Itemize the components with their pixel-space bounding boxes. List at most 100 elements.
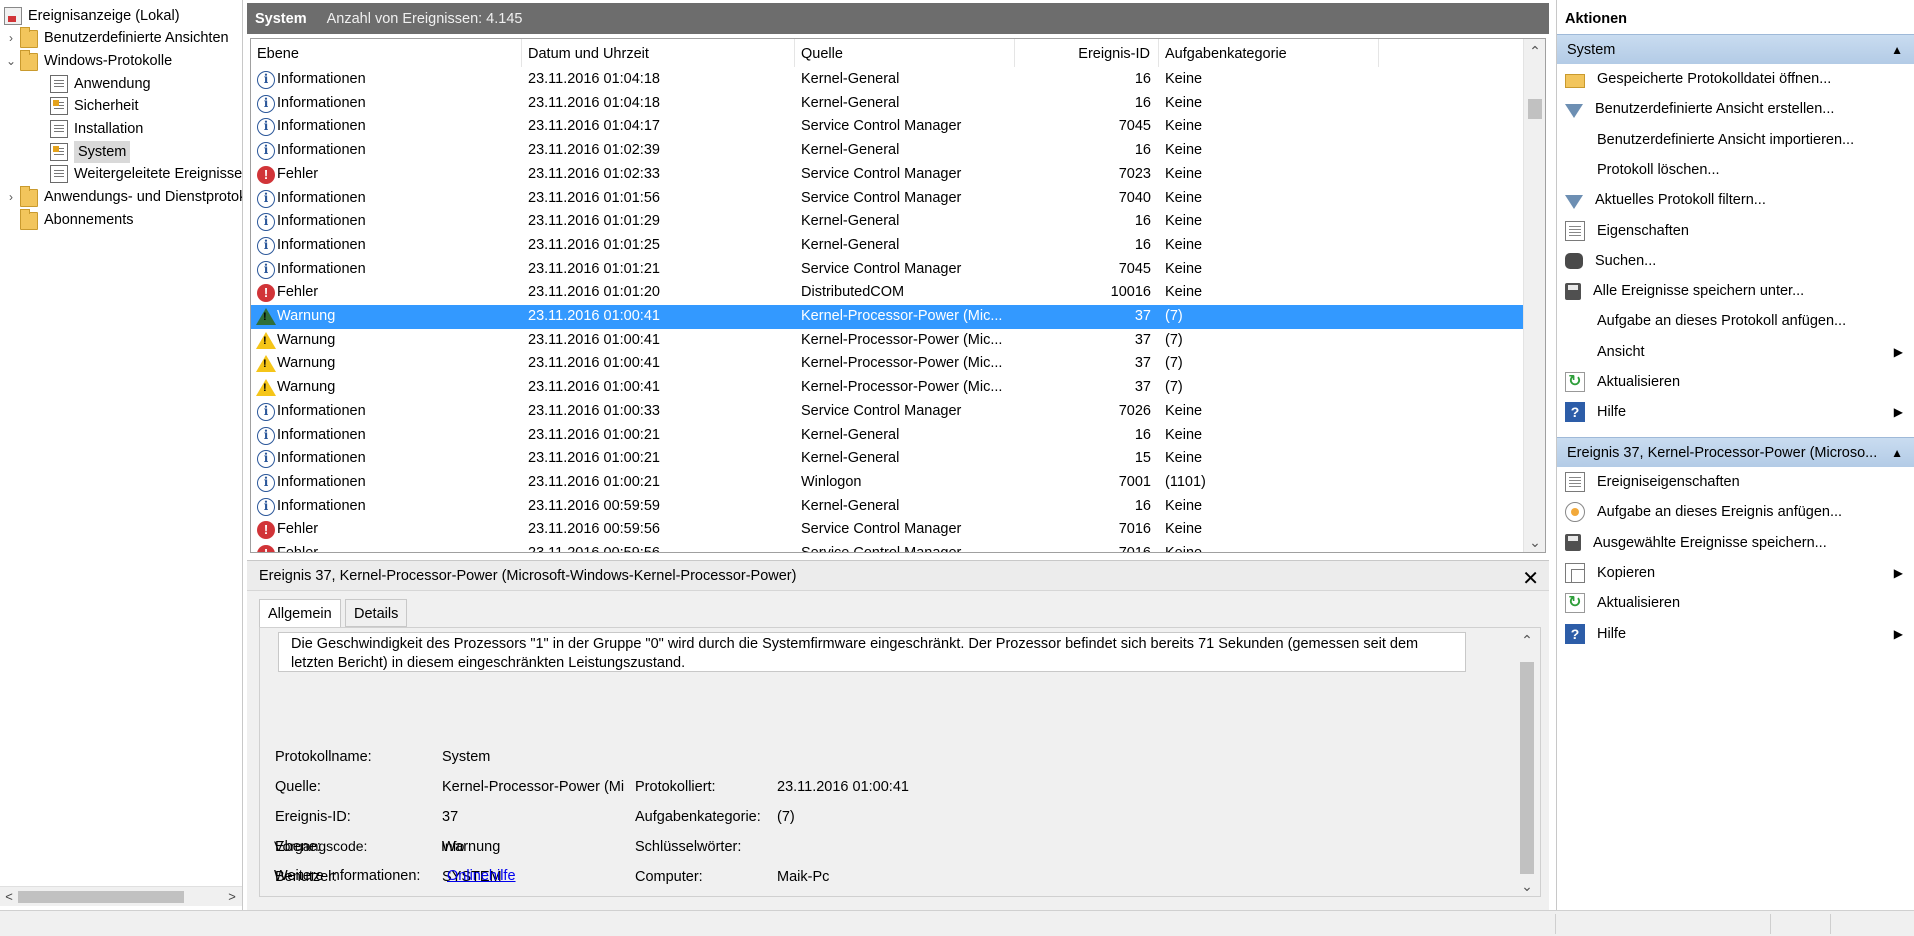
actions-section-system[interactable]: System ▲ bbox=[1557, 34, 1914, 64]
expand-icon[interactable]: › bbox=[4, 27, 18, 49]
table-row[interactable]: i Informationen 23.11.2016 01:01:25 Kernel-… bbox=[251, 234, 1523, 258]
scroll-up-icon[interactable]: ⌃ bbox=[1524, 41, 1545, 61]
label-opcode: Vorgangscode: bbox=[274, 838, 368, 854]
action-hilfe[interactable]: ? Hilfe ▶ bbox=[1557, 619, 1914, 649]
column-header-date[interactable]: Datum und Uhrzeit bbox=[522, 39, 795, 67]
column-header-level[interactable]: Ebene bbox=[251, 39, 522, 67]
action-benutzerdefinierte-ansicht-importieren[interactable]: Benutzerdefinierte Ansicht importieren..… bbox=[1557, 125, 1914, 155]
help-icon: ? bbox=[1565, 623, 1585, 644]
detail-vertical-scrollbar[interactable]: ⌃ ⌄ bbox=[1516, 628, 1538, 896]
table-row[interactable]: i Informationen 23.11.2016 01:04:18 Kernel-… bbox=[251, 92, 1523, 116]
column-header-source[interactable]: Quelle bbox=[795, 39, 1015, 67]
tree-item-application[interactable]: Anwendung bbox=[50, 73, 151, 95]
scrollbar-thumb[interactable] bbox=[1528, 99, 1542, 119]
close-icon[interactable]: ✕ bbox=[1522, 564, 1539, 594]
action-hilfe[interactable]: ? Hilfe ▶ bbox=[1557, 397, 1914, 427]
table-row[interactable]: i Informationen 23.11.2016 01:01:21 Service… bbox=[251, 258, 1523, 282]
tree-item-security[interactable]: Sicherheit bbox=[50, 95, 138, 117]
collapse-icon[interactable]: ⌄ bbox=[4, 50, 18, 72]
folder-icon bbox=[20, 209, 38, 230]
cell-cat: Keine bbox=[1165, 236, 1203, 253]
action-aufgabe-an-dieses-protokoll-anfügen[interactable]: Aufgabe an dieses Protokoll anfügen... bbox=[1557, 306, 1914, 336]
table-row[interactable]: i Informationen 23.11.2016 01:00:21 Kernel-… bbox=[251, 424, 1523, 448]
action-ausgewählte-ereignisse-speichern[interactable]: Ausgewählte Ereignisse speichern... bbox=[1557, 528, 1914, 558]
cell-id: 10016 bbox=[1110, 284, 1151, 301]
action-aktuelles-protokoll-filtern[interactable]: Aktuelles Protokoll filtern... bbox=[1557, 185, 1914, 215]
column-header-task-category[interactable]: Aufgabenkategorie bbox=[1159, 39, 1379, 67]
action-benutzerdefinierte-ansicht-erstellen[interactable]: Benutzerdefinierte Ansicht erstellen... bbox=[1557, 94, 1914, 124]
cell-id: 16 bbox=[1134, 236, 1151, 253]
table-vertical-scrollbar[interactable]: ⌃ ⌄ bbox=[1523, 39, 1545, 552]
event-description[interactable]: Die Geschwindigkeit des Prozessors "1" i… bbox=[278, 632, 1466, 672]
action-aktualisieren[interactable]: Aktualisieren bbox=[1557, 588, 1914, 618]
submenu-arrow-icon: ▶ bbox=[1893, 565, 1903, 580]
column-header-event-id[interactable]: Ereignis-ID bbox=[1015, 39, 1159, 67]
table-row[interactable]: i Informationen 23.11.2016 01:02:39 Kernel-… bbox=[251, 139, 1523, 163]
action-label: Aufgabe an dieses Ereignis anfügen... bbox=[1597, 504, 1843, 521]
tree-horizontal-scrollbar[interactable]: < > bbox=[0, 886, 242, 907]
table-row[interactable]: i Informationen 23.11.2016 00:59:59 Kernel-… bbox=[251, 495, 1523, 519]
cell-date: 23.11.2016 01:04:18 bbox=[528, 71, 660, 87]
status-divider bbox=[1770, 914, 1771, 934]
tab-general[interactable]: Allgemein bbox=[259, 599, 341, 629]
value-computer: Maik-Pc bbox=[777, 869, 830, 885]
action-gespeicherte-protokolldatei-öffnen[interactable]: Gespeicherte Protokolldatei öffnen... bbox=[1557, 64, 1914, 94]
cell-date: 23.11.2016 01:02:39 bbox=[528, 142, 660, 159]
table-row[interactable]: i Informationen 23.11.2016 01:00:33 Service… bbox=[251, 400, 1523, 424]
tree-item-system[interactable]: System bbox=[50, 141, 131, 163]
action-aktualisieren[interactable]: Aktualisieren bbox=[1557, 367, 1914, 397]
action-aufgabe-an-dieses-ereignis-anfügen[interactable]: Aufgabe an dieses Ereignis anfügen... bbox=[1557, 497, 1914, 527]
cell-source: Kernel-General bbox=[801, 71, 900, 87]
table-row[interactable]: ! Warnung 23.11.2016 01:00:41 Kernel-Proces… bbox=[251, 305, 1523, 329]
table-row[interactable]: !Fehler 23.11.2016 00:59:56 Service Contro… bbox=[251, 542, 1523, 552]
tree-item-subscriptions[interactable]: Abonnements bbox=[20, 209, 133, 231]
table-row[interactable]: i Informationen 23.11.2016 01:04:18 Kernel-… bbox=[251, 68, 1523, 92]
scrollbar-thumb[interactable] bbox=[1520, 662, 1534, 874]
folder-icon bbox=[20, 186, 38, 207]
tree-item-app-service-logs[interactable]: › Anwendungs- und Dienstprotokolle bbox=[4, 186, 242, 208]
task-icon bbox=[1565, 502, 1585, 523]
cell-id: 16 bbox=[1134, 142, 1151, 159]
action-ansicht[interactable]: Ansicht ▶ bbox=[1557, 337, 1914, 367]
table-row[interactable]: ! Warnung 23.11.2016 01:00:41 Kernel-Proces… bbox=[251, 352, 1523, 376]
table-row[interactable]: !Fehler 23.11.2016 00:59:56 Service Contro… bbox=[251, 518, 1523, 542]
action-protokoll-löschen[interactable]: Protokoll löschen... bbox=[1557, 155, 1914, 185]
scroll-right-icon[interactable]: > bbox=[224, 887, 240, 907]
tab-details[interactable]: Details bbox=[345, 599, 408, 627]
scroll-down-icon[interactable]: ⌄ bbox=[1516, 876, 1538, 896]
actions-section-event[interactable]: Ereignis 37, Kernel-Processor-Power (Mic… bbox=[1557, 437, 1914, 467]
table-row[interactable]: ! Warnung 23.11.2016 01:00:41 Kernel-Proces… bbox=[251, 376, 1523, 400]
scrollbar-thumb[interactable] bbox=[18, 891, 184, 903]
scroll-up-icon[interactable]: ⌃ bbox=[1516, 630, 1538, 650]
collapse-icon[interactable]: ▲ bbox=[1891, 438, 1903, 468]
tree-item-forwarded-events[interactable]: Weitergeleitete Ereignisse bbox=[50, 163, 242, 185]
expand-icon[interactable]: › bbox=[4, 186, 18, 208]
table-row[interactable]: i Informationen 23.11.2016 01:01:56 Service… bbox=[251, 187, 1523, 211]
action-ereigniseigenschaften[interactable]: Ereigniseigenschaften bbox=[1557, 467, 1914, 497]
scroll-left-icon[interactable]: < bbox=[1, 887, 17, 907]
cell-level: Warnung bbox=[277, 331, 336, 348]
collapse-icon[interactable]: ▲ bbox=[1891, 35, 1903, 65]
online-help-link[interactable]: Onlinehilfe bbox=[447, 868, 516, 884]
tree-item-custom-views[interactable]: › Benutzerdefinierte Ansichten bbox=[4, 27, 229, 49]
scroll-down-icon[interactable]: ⌄ bbox=[1524, 532, 1545, 552]
tree-item-windows-logs[interactable]: ⌄ Windows-Protokolle bbox=[4, 50, 172, 72]
info-icon: i bbox=[257, 426, 275, 445]
event-table: Ebene Datum und Uhrzeit Quelle Ereignis-… bbox=[250, 38, 1546, 553]
table-row[interactable]: i Informationen 23.11.2016 01:01:29 Kernel-… bbox=[251, 210, 1523, 234]
table-row[interactable]: i Informationen 23.11.2016 01:04:17 Service… bbox=[251, 115, 1523, 139]
tree-item-root[interactable]: Ereignisanzeige (Lokal) bbox=[4, 5, 180, 27]
table-row[interactable]: i Informationen 23.11.2016 01:00:21 Winlogo… bbox=[251, 471, 1523, 495]
table-row[interactable]: i Informationen 23.11.2016 01:00:21 Kernel-… bbox=[251, 447, 1523, 471]
cell-source: Kernel-General bbox=[801, 450, 900, 467]
action-alle-ereignisse-speichern-unter[interactable]: Alle Ereignisse speichern unter... bbox=[1557, 276, 1914, 306]
tree-item-setup[interactable]: Installation bbox=[50, 118, 143, 140]
action-kopieren[interactable]: Kopieren ▶ bbox=[1557, 558, 1914, 588]
table-row[interactable]: ! Warnung 23.11.2016 01:00:41 Kernel-Proces… bbox=[251, 329, 1523, 353]
table-row[interactable]: ! Fehler 23.11.2016 01:01:20 DistributedCOM… bbox=[251, 281, 1523, 305]
action-eigenschaften[interactable]: Eigenschaften bbox=[1557, 216, 1914, 246]
event-properties-icon bbox=[1565, 472, 1585, 492]
table-row[interactable]: ! Fehler 23.11.2016 01:02:33 Service Contro… bbox=[251, 163, 1523, 187]
action-suchen[interactable]: Suchen... bbox=[1557, 246, 1914, 276]
warning-icon: ! bbox=[256, 331, 276, 349]
